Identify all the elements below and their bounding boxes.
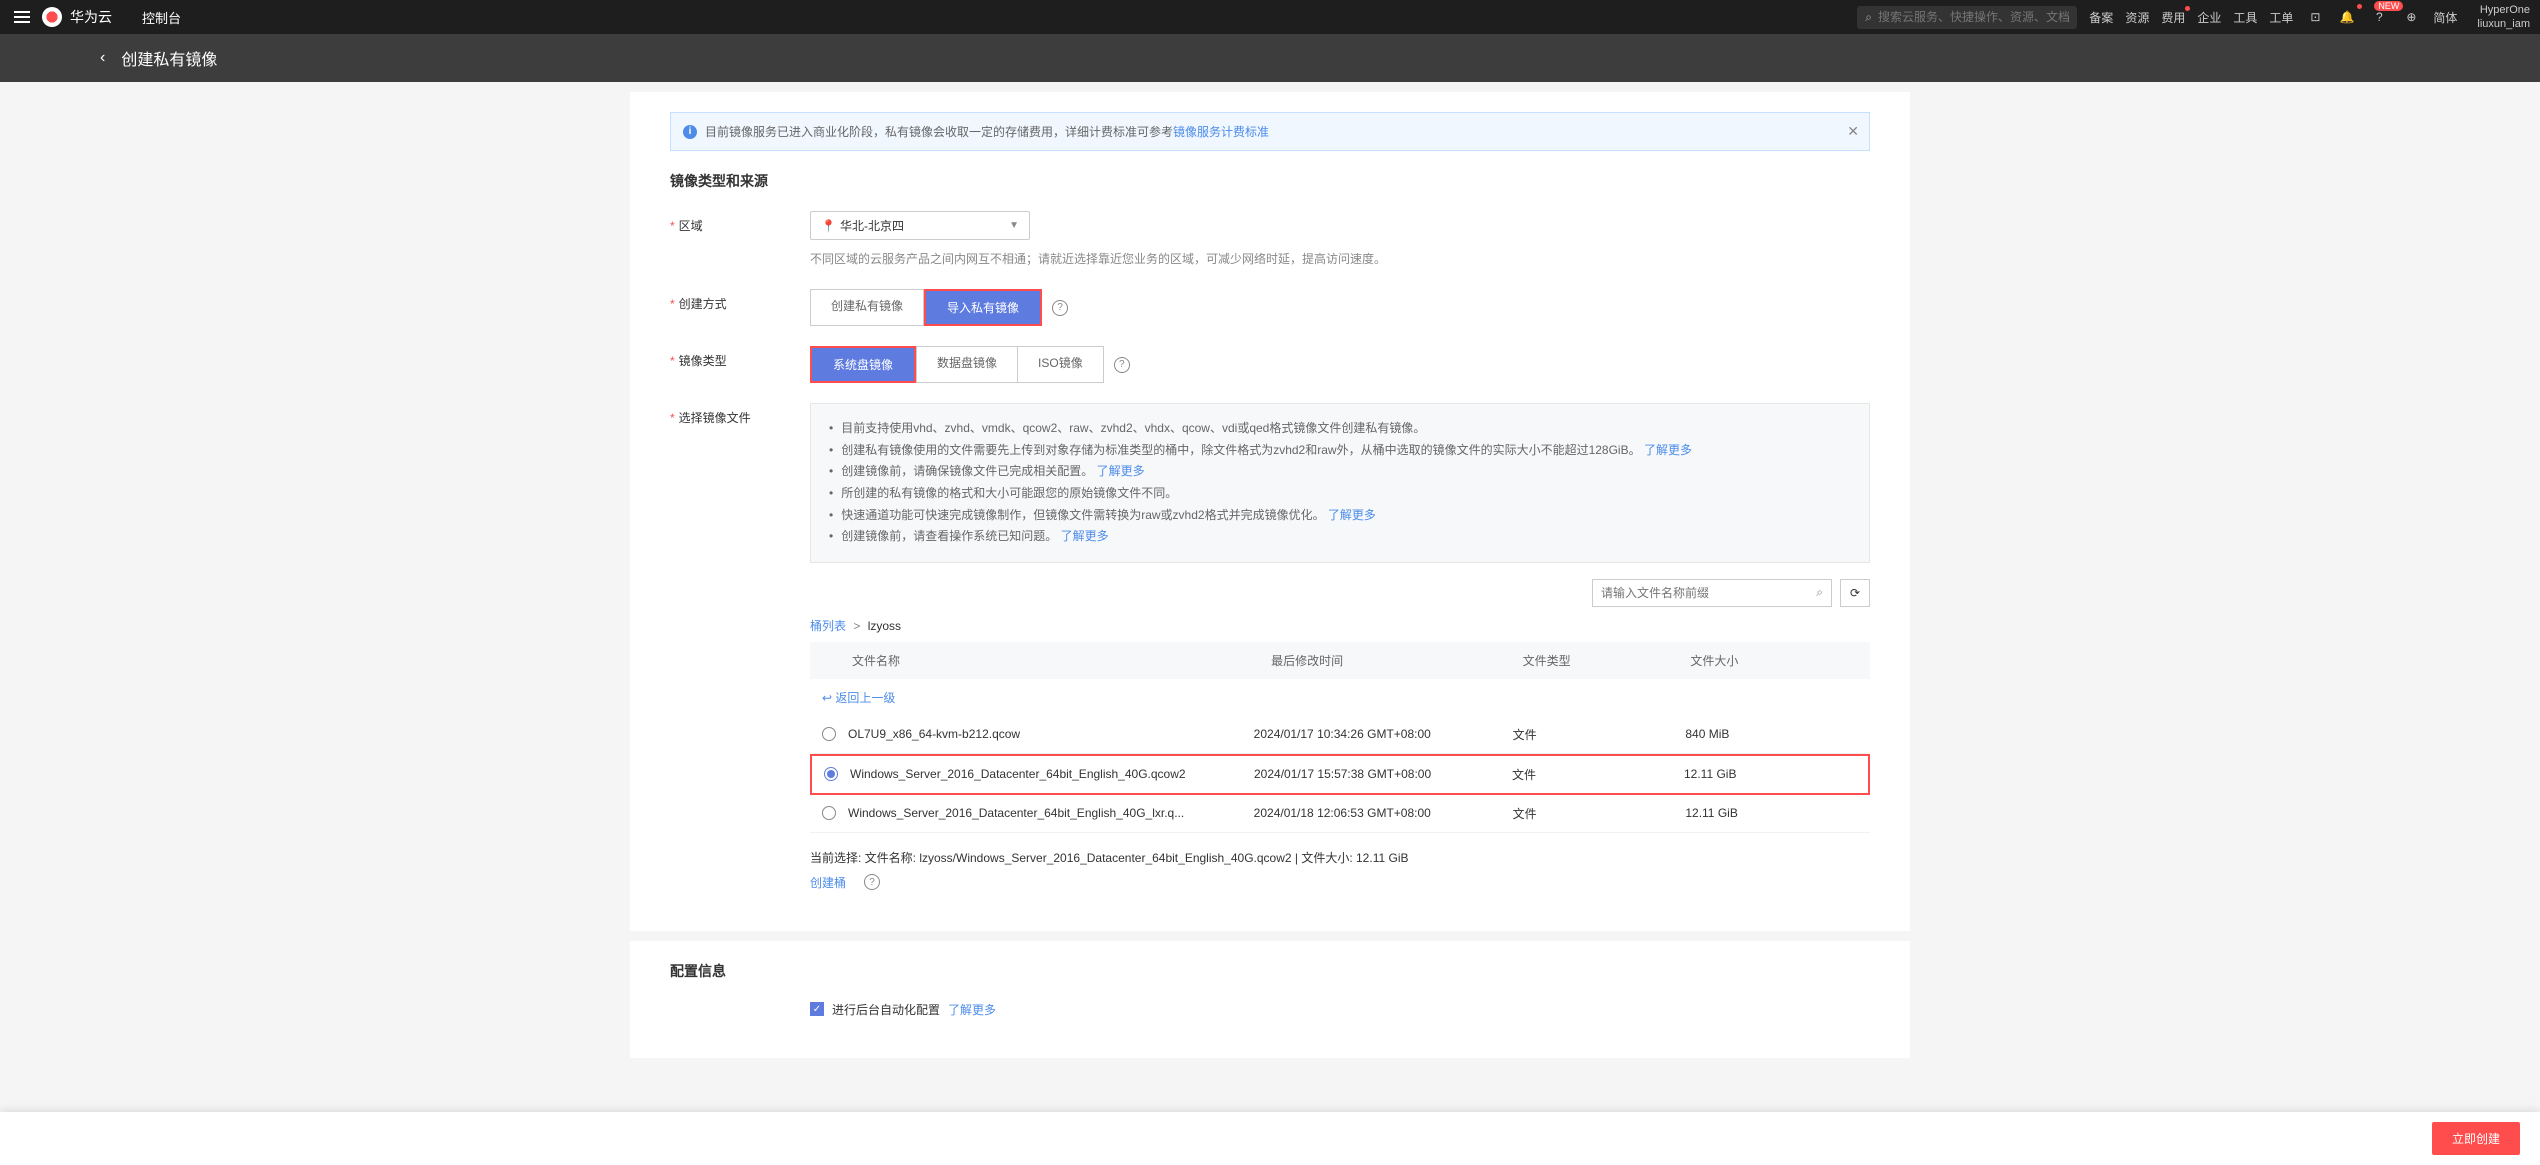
learn-more-link[interactable]: 了解更多 bbox=[1644, 443, 1692, 457]
help-icon[interactable]: ? bbox=[864, 874, 880, 890]
select-file-label: 选择镜像文件 bbox=[670, 403, 810, 891]
create-bucket-link[interactable]: 创建桶 bbox=[810, 874, 846, 891]
breadcrumb: 桶列表 > lzyoss bbox=[810, 617, 1870, 634]
section-title-1: 镜像类型和来源 bbox=[670, 171, 1870, 191]
region-dropdown[interactable]: 📍华北-北京四 ▼ bbox=[810, 211, 1030, 240]
col-header-size: 文件大小 bbox=[1690, 652, 1858, 669]
tab-data-disk[interactable]: 数据盘镜像 bbox=[916, 346, 1018, 383]
learn-more-link[interactable]: 了解更多 bbox=[1097, 464, 1145, 478]
cell-size: 12.11 GiB bbox=[1684, 767, 1856, 781]
info-list-item: 快速通道功能可快速完成镜像制作，但镜像文件需转换为raw或zvhd2格式并完成镜… bbox=[829, 505, 1851, 527]
back-icon[interactable]: ‹ bbox=[100, 49, 105, 67]
table-row[interactable]: OL7U9_x86_64-kvm-b212.qcow2024/01/17 10:… bbox=[810, 716, 1870, 754]
learn-more-link[interactable]: 了解更多 bbox=[1061, 529, 1109, 543]
table-row[interactable]: Windows_Server_2016_Datacenter_64bit_Eng… bbox=[810, 795, 1870, 833]
bell-icon[interactable]: 🔔 bbox=[2337, 7, 2357, 27]
nav-ticket[interactable]: 工单 bbox=[2269, 9, 2293, 26]
search-input[interactable] bbox=[1878, 10, 2069, 24]
banner-link[interactable]: 镜像服务计费标准 bbox=[1173, 125, 1269, 139]
table-row[interactable]: Windows_Server_2016_Datacenter_64bit_Eng… bbox=[810, 754, 1870, 795]
image-type-label: 镜像类型 bbox=[670, 346, 810, 383]
user-section[interactable]: HyperOne liuxun_iam bbox=[2477, 3, 2530, 31]
terminal-icon[interactable]: ⊡ bbox=[2305, 7, 2325, 27]
submit-button[interactable]: 立即创建 bbox=[2432, 1122, 2520, 1155]
cell-type: 文件 bbox=[1512, 766, 1684, 783]
nav-enterprise[interactable]: 企业 bbox=[2197, 9, 2221, 26]
logo-section[interactable]: 华为云 bbox=[42, 7, 112, 27]
global-search[interactable]: ⌕ bbox=[1857, 6, 2077, 29]
region-label: 区域 bbox=[670, 211, 810, 269]
bottom-bar: 立即创建 bbox=[0, 1112, 2540, 1165]
auto-config-checkbox[interactable]: ✓ bbox=[810, 1002, 824, 1016]
cell-time: 2024/01/18 12:06:53 GMT+08:00 bbox=[1254, 806, 1513, 820]
banner-text: 目前镜像服务已进入商业化阶段，私有镜像会收取一定的存储费用，详细计费标准可参考镜… bbox=[705, 123, 1269, 140]
cell-time: 2024/01/17 15:57:38 GMT+08:00 bbox=[1254, 767, 1512, 781]
globe-icon[interactable]: ⊕ bbox=[2401, 7, 2421, 27]
create-method-label: 创建方式 bbox=[670, 289, 810, 326]
close-icon[interactable]: ✕ bbox=[1847, 123, 1859, 140]
nav-fee[interactable]: 费用 bbox=[2161, 9, 2185, 26]
radio-button[interactable] bbox=[824, 767, 838, 781]
tab-system-disk[interactable]: 系统盘镜像 bbox=[812, 348, 914, 381]
auto-config-link[interactable]: 了解更多 bbox=[948, 1001, 996, 1018]
refresh-icon: ⟳ bbox=[1850, 586, 1860, 600]
lang-switch[interactable]: 简体 bbox=[2433, 9, 2457, 26]
brand-name: 华为云 bbox=[70, 7, 112, 27]
help-icon[interactable]: ?NEW bbox=[2369, 7, 2389, 27]
file-search-input[interactable]: ⌕ bbox=[1592, 579, 1832, 607]
col-header-type: 文件类型 bbox=[1523, 652, 1691, 669]
nav-resource[interactable]: 资源 bbox=[2125, 9, 2149, 26]
section-title-2: 配置信息 bbox=[670, 961, 1870, 981]
radio-button[interactable] bbox=[822, 806, 836, 820]
sub-header: ‹ 创建私有镜像 bbox=[0, 34, 2540, 82]
help-icon[interactable]: ? bbox=[1114, 357, 1130, 373]
top-header: 华为云 控制台 ⌕ 备案 资源 费用 企业 工具 工单 ⊡ 🔔 ?NEW ⊕ 简… bbox=[0, 0, 2540, 34]
info-list-item: 创建镜像前，请确保镜像文件已完成相关配置。 了解更多 bbox=[829, 461, 1851, 483]
cell-time: 2024/01/17 10:34:26 GMT+08:00 bbox=[1254, 727, 1513, 741]
region-hint: 不同区域的云服务产品之间内网互不相通；请就近选择靠近您业务的区域，可减少网络时延… bbox=[810, 250, 1870, 269]
search-icon: ⌕ bbox=[1865, 10, 1872, 25]
tab-create-private[interactable]: 创建私有镜像 bbox=[810, 289, 924, 326]
tab-iso[interactable]: ISO镜像 bbox=[1017, 346, 1104, 383]
menu-icon[interactable] bbox=[10, 5, 34, 29]
info-list-item: 创建镜像前，请查看操作系统已知问题。 了解更多 bbox=[829, 526, 1851, 548]
nav-beian[interactable]: 备案 bbox=[2089, 9, 2113, 26]
learn-more-link[interactable]: 了解更多 bbox=[1328, 508, 1376, 522]
user-name: HyperOne bbox=[2477, 3, 2530, 17]
pin-icon: 📍 bbox=[821, 219, 836, 233]
cell-name: Windows_Server_2016_Datacenter_64bit_Eng… bbox=[848, 806, 1254, 820]
info-list-item: 创建私有镜像使用的文件需要先上传到对象存储为标准类型的桶中，除文件格式为zvhd… bbox=[829, 440, 1851, 462]
tab-import-private[interactable]: 导入私有镜像 bbox=[926, 291, 1040, 324]
info-banner: i 目前镜像服务已进入商业化阶段，私有镜像会收取一定的存储费用，详细计费标准可参… bbox=[670, 112, 1870, 151]
selection-text: 当前选择: 文件名称: lzyoss/Windows_Server_2016_D… bbox=[810, 849, 1870, 866]
info-icon: i bbox=[683, 125, 697, 139]
info-list-item: 所创建的私有镜像的格式和大小可能跟您的原始镜像文件不同。 bbox=[829, 483, 1851, 505]
back-link[interactable]: 返回上一级 bbox=[822, 691, 895, 705]
radio-button[interactable] bbox=[822, 727, 836, 741]
huawei-logo-icon bbox=[42, 7, 62, 27]
chevron-down-icon: ▼ bbox=[1009, 220, 1019, 231]
cell-type: 文件 bbox=[1513, 726, 1686, 743]
refresh-button[interactable]: ⟳ bbox=[1840, 579, 1870, 607]
cell-size: 12.11 GiB bbox=[1685, 806, 1858, 820]
cell-name: Windows_Server_2016_Datacenter_64bit_Eng… bbox=[850, 767, 1254, 781]
help-icon[interactable]: ? bbox=[1052, 300, 1068, 316]
col-header-time: 最后修改时间 bbox=[1271, 652, 1523, 669]
cell-type: 文件 bbox=[1513, 805, 1686, 822]
file-info-box: 目前支持使用vhd、zvhd、vmdk、qcow2、raw、zvhd2、vhdx… bbox=[810, 403, 1870, 563]
auto-config-label: 进行后台自动化配置 bbox=[832, 1001, 940, 1018]
cell-size: 840 MiB bbox=[1685, 727, 1858, 741]
breadcrumb-current: lzyoss bbox=[868, 619, 901, 633]
info-list-item: 目前支持使用vhd、zvhd、vmdk、qcow2、raw、zvhd2、vhdx… bbox=[829, 418, 1851, 440]
console-label[interactable]: 控制台 bbox=[142, 8, 181, 27]
page-title: 创建私有镜像 bbox=[121, 46, 217, 70]
file-table: 文件名称 最后修改时间 文件类型 文件大小 返回上一级 OL7U9_x86_64… bbox=[810, 642, 1870, 833]
search-icon[interactable]: ⌕ bbox=[1816, 585, 1823, 600]
cell-name: OL7U9_x86_64-kvm-b212.qcow bbox=[848, 727, 1254, 741]
breadcrumb-root[interactable]: 桶列表 bbox=[810, 619, 846, 633]
user-account: liuxun_iam bbox=[2477, 17, 2530, 31]
nav-tools[interactable]: 工具 bbox=[2233, 9, 2257, 26]
col-header-name: 文件名称 bbox=[822, 652, 1271, 669]
